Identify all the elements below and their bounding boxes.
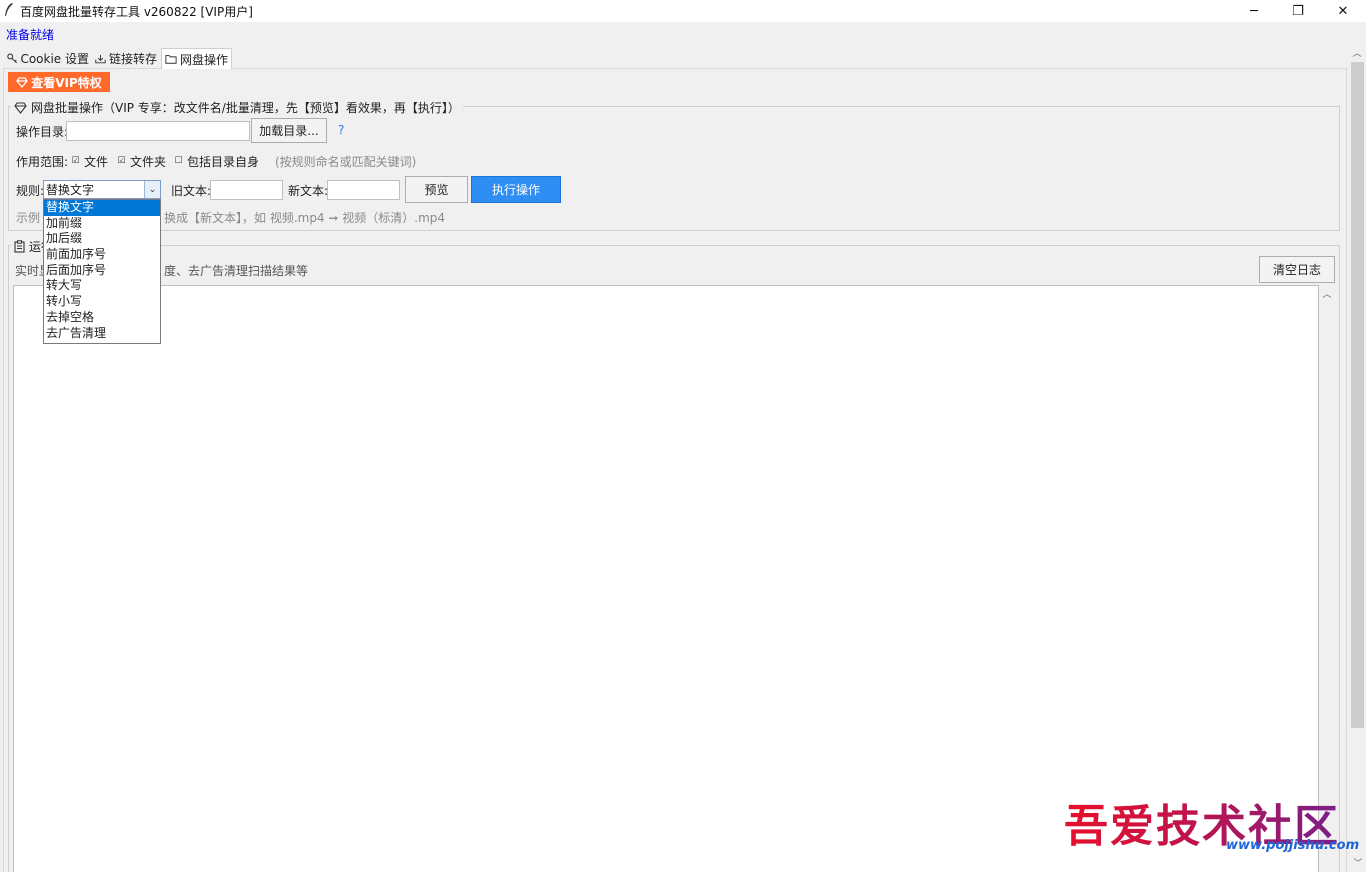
new-text-label: 新文本: — [288, 184, 329, 198]
scope-label: 作用范围: — [16, 155, 69, 169]
tab-cookie[interactable]: Cookie 设置 — [4, 49, 92, 68]
status-text: 准备就绪 — [6, 28, 55, 42]
close-button[interactable]: ✕ — [1320, 0, 1366, 22]
rule-selected-value: 替换文字 — [46, 183, 95, 197]
old-text-label: 旧文本: — [171, 184, 212, 198]
log-hint-text: 度、去广告清理扫描结果等 — [164, 264, 309, 278]
batch-group-title: 网盘批量操作（VIP 专享：改文件名/批量清理，先【预览】看效果，再【执行】） — [11, 99, 463, 116]
rule-option-remove-spaces[interactable]: 去掉空格 — [44, 310, 160, 326]
rule-option-lowercase[interactable]: 转小写 — [44, 294, 160, 310]
rule-option-suffix[interactable]: 加后缀 — [44, 231, 160, 247]
tab-disk-operation[interactable]: 网盘操作 — [161, 48, 232, 69]
scope-hint: (按规则命名或匹配关键词) — [275, 155, 417, 169]
tab-label: 网盘操作 — [179, 52, 228, 67]
rule-option-ad-clean[interactable]: 去广告清理 — [44, 326, 160, 342]
checkmark-icon: ☑ — [117, 156, 126, 166]
rule-option-leading-number[interactable]: 前面加序号 — [44, 247, 160, 263]
transfer-icon — [95, 54, 106, 64]
scroll-up-icon[interactable]: ︿ — [1319, 287, 1335, 300]
chevron-down-icon[interactable]: ⌄ — [144, 181, 160, 198]
log-text-area[interactable] — [13, 285, 1319, 872]
batch-group-title-text: 网盘批量操作（VIP 专享：改文件名/批量清理，先【预览】看效果，再【执行】） — [31, 101, 460, 115]
vip-privileges-button[interactable]: 查看VIP特权 — [8, 72, 110, 92]
window-scrollbar-thumb[interactable] — [1351, 62, 1364, 728]
rule-option-trailing-number[interactable]: 后面加序号 — [44, 263, 160, 279]
rule-label: 规则: — [16, 184, 45, 198]
tab-label: 链接转存 — [108, 52, 157, 66]
old-text-input[interactable] — [210, 180, 283, 200]
scroll-up-icon[interactable]: ︿ — [1349, 46, 1365, 59]
unchecked-icon: ☐ — [174, 156, 183, 166]
rule-option-uppercase[interactable]: 转大写 — [44, 278, 160, 294]
scope-folders-checkbox[interactable]: ☑ 文件夹 — [117, 153, 166, 170]
tab-link-transfer[interactable]: 链接转存 — [92, 49, 160, 68]
rule-option-prefix[interactable]: 加前缀 — [44, 216, 160, 232]
clear-log-button[interactable]: 清空日志 — [1259, 256, 1335, 283]
minimize-icon: ─ — [1250, 3, 1258, 19]
close-icon: ✕ — [1337, 3, 1349, 19]
scope-include-dir-checkbox[interactable]: ☐ 包括目录自身 — [174, 153, 259, 170]
diamond-icon — [16, 76, 29, 88]
dir-input[interactable] — [66, 121, 250, 141]
feather-icon — [5, 3, 13, 16]
diamond-icon — [14, 101, 27, 114]
preview-button[interactable]: 预览 — [405, 176, 468, 203]
rule-dropdown-list: 替换文字 加前缀 加后缀 前面加序号 后面加序号 转大写 转小写 去掉空格 去广… — [43, 199, 161, 344]
example-text: 换成【新文本】，如 视频.mp4 ➞ 视频（标清）.mp4 — [164, 211, 446, 225]
scroll-down-icon[interactable]: ﹀ — [1350, 856, 1366, 869]
key-icon — [7, 53, 18, 64]
clipboard-icon — [14, 240, 25, 253]
restore-icon: ❐ — [1292, 3, 1304, 19]
folder-icon — [165, 55, 177, 64]
log-scrollbar[interactable]: ︿ — [1319, 285, 1335, 872]
execute-button[interactable]: 执行操作 — [471, 176, 561, 203]
restore-button[interactable]: ❐ — [1275, 0, 1321, 22]
new-text-input[interactable] — [327, 180, 400, 200]
dir-label: 操作目录: — [16, 125, 69, 139]
watermark-url: www.pojjishu.com — [1226, 838, 1360, 853]
scope-files-checkbox[interactable]: ☑ 文件 — [71, 153, 108, 170]
tab-label: Cookie 设置 — [20, 52, 89, 66]
rule-select[interactable]: 替换文字 ⌄ — [43, 180, 161, 199]
rule-option-replace[interactable]: 替换文字 — [44, 200, 160, 216]
load-dir-button[interactable]: 加载目录... — [251, 118, 327, 143]
minimize-button[interactable]: ─ — [1231, 0, 1277, 22]
window-title: 百度网盘批量转存工具 v260822 [VIP用户] — [20, 5, 253, 19]
vip-button-label: 查看VIP特权 — [31, 75, 102, 90]
example-prefix: 示例 — [16, 211, 41, 225]
help-icon[interactable]: ? — [338, 123, 344, 137]
checkmark-icon: ☑ — [71, 156, 80, 166]
